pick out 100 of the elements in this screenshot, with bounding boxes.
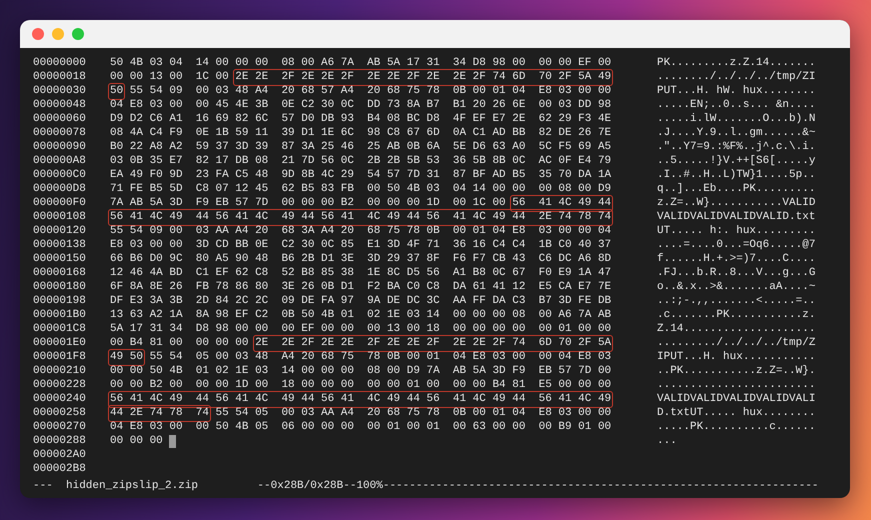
hex-byte: 56 bbox=[216, 392, 229, 406]
hex-byte: 00 bbox=[598, 406, 612, 420]
hex-byte: A4 bbox=[281, 350, 295, 364]
hex-byte: C8 bbox=[196, 182, 209, 196]
ascii-text: o..&.x..>&.......aA....~ bbox=[657, 280, 816, 294]
hex-byte: 44 bbox=[196, 392, 209, 406]
hex-byte: 75 bbox=[340, 350, 354, 364]
hex-byte: 12 bbox=[235, 182, 248, 196]
hex-byte: EB bbox=[538, 364, 552, 378]
hex-byte: C1 bbox=[472, 126, 486, 140]
hex-byte: 74 bbox=[598, 210, 612, 224]
offset-label: 00000228 bbox=[33, 378, 87, 392]
hex-byte: DD bbox=[367, 98, 380, 112]
hex-byte: 7E bbox=[598, 126, 612, 140]
hex-byte: 04 bbox=[110, 98, 124, 112]
hex-byte: 00 bbox=[538, 56, 552, 70]
hex-byte: 09 bbox=[281, 294, 295, 308]
hex-byte: 3D bbox=[169, 196, 183, 210]
hex-byte: AB bbox=[130, 196, 143, 210]
hex-byte: 56 bbox=[321, 392, 334, 406]
hex-byte: 6D bbox=[538, 336, 552, 350]
hex-byte: 00 bbox=[196, 98, 209, 112]
hex-byte: 80 bbox=[196, 252, 209, 266]
hex-byte: 1E bbox=[235, 364, 248, 378]
hex-byte: 03 bbox=[150, 420, 163, 434]
hex-byte: 7E bbox=[598, 280, 612, 294]
hex-byte: 04 bbox=[512, 84, 526, 98]
hex-byte: 6C bbox=[255, 112, 268, 126]
hex-byte: 69 bbox=[578, 140, 592, 154]
hex-byte: 03 bbox=[110, 154, 124, 168]
hex-byte: 00 bbox=[578, 406, 592, 420]
hex-byte: 44 bbox=[598, 196, 612, 210]
hex-byte: 2C bbox=[235, 294, 248, 308]
hex-byte: 08 bbox=[281, 56, 295, 70]
hex-byte: 4C bbox=[255, 210, 268, 224]
hex-byte: 9D bbox=[169, 168, 183, 182]
hex-byte: A1 bbox=[169, 112, 183, 126]
hex-byte: C0 bbox=[558, 238, 572, 252]
hex-byte: 4F bbox=[452, 112, 466, 126]
hex-byte: 00 bbox=[598, 364, 612, 378]
hex-byte: 3D bbox=[386, 238, 400, 252]
hex-byte: 01 bbox=[426, 350, 440, 364]
hex-byte: 1C bbox=[472, 196, 486, 210]
hex-byte: 75 bbox=[406, 84, 420, 98]
hex-byte: B7 bbox=[426, 98, 440, 112]
hex-byte: 2E bbox=[321, 70, 334, 84]
hex-byte: B7 bbox=[538, 294, 552, 308]
hex-byte: 0C bbox=[321, 238, 334, 252]
hex-byte: 00 bbox=[340, 378, 354, 392]
zoom-button[interactable] bbox=[72, 28, 84, 40]
hex-byte: 63 bbox=[492, 140, 506, 154]
hex-byte: 41 bbox=[340, 210, 354, 224]
hex-byte: 01 bbox=[472, 224, 486, 238]
hex-byte: 1D bbox=[235, 378, 248, 392]
hex-byte: 49 bbox=[281, 210, 295, 224]
offset-label: 00000198 bbox=[33, 294, 87, 308]
hex-byte: 45 bbox=[216, 98, 229, 112]
hex-byte: 00 bbox=[538, 182, 552, 196]
hex-byte: 78 bbox=[169, 406, 183, 420]
hex-byte: AD bbox=[492, 168, 506, 182]
hex-byte: C2 bbox=[281, 238, 295, 252]
hex-byte: 01 bbox=[426, 420, 440, 434]
hex-byte: 2B bbox=[301, 252, 314, 266]
offset-label: 000002B8 bbox=[33, 462, 87, 476]
hex-byte: 1E bbox=[386, 308, 400, 322]
hex-byte: 1B bbox=[538, 238, 552, 252]
hex-byte: 49 bbox=[130, 168, 143, 182]
hex-byte: 0B bbox=[452, 84, 466, 98]
hex-byte: 00 bbox=[340, 364, 354, 378]
hex-byte: 00 bbox=[578, 224, 592, 238]
hex-byte: 3A bbox=[150, 294, 163, 308]
hex-byte: 09 bbox=[150, 224, 163, 238]
hex-byte: 00 bbox=[110, 434, 124, 448]
minimize-button[interactable] bbox=[52, 28, 64, 40]
hex-byte: 49 bbox=[598, 70, 612, 84]
hex-byte: 5A bbox=[150, 196, 163, 210]
hex-byte: 63 bbox=[472, 420, 486, 434]
hex-byte: 00 bbox=[472, 322, 486, 336]
hex-byte: 00 bbox=[150, 238, 163, 252]
hex-byte: 54 bbox=[367, 168, 380, 182]
ascii-text: ..PK...........z.Z=..W}. bbox=[657, 364, 816, 378]
hex-byte: 4C bbox=[255, 392, 268, 406]
hex-byte: 1E bbox=[367, 266, 380, 280]
hex-byte: 4C bbox=[472, 392, 486, 406]
close-button[interactable] bbox=[32, 28, 44, 40]
hex-byte: 0B bbox=[321, 280, 334, 294]
hex-byte: 1D bbox=[426, 196, 440, 210]
hex-byte: 50 bbox=[386, 182, 400, 196]
hex-byte: 01 bbox=[558, 322, 572, 336]
offset-label: 00000030 bbox=[33, 84, 87, 98]
hex-byte: 08 bbox=[558, 182, 572, 196]
ascii-text: VALIDVALIDVALIDVALIDVALI bbox=[657, 392, 816, 406]
hex-byte: E8 bbox=[538, 84, 552, 98]
hex-byte: 4B bbox=[235, 420, 248, 434]
hex-byte: 00 bbox=[598, 56, 612, 70]
ascii-text: ."..Y7=9.:%F%..j^.c.\.i. bbox=[657, 140, 816, 154]
hex-byte: 00 bbox=[169, 336, 183, 350]
hex-byte: 39 bbox=[281, 126, 295, 140]
hex-byte: C8 bbox=[255, 266, 268, 280]
hex-byte: DE bbox=[386, 294, 400, 308]
